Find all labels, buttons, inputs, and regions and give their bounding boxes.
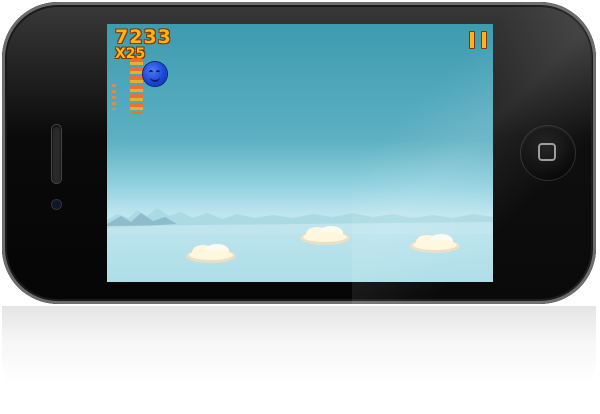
- fire-trail: [130, 58, 143, 114]
- player-ball: [143, 62, 167, 86]
- device-reflection: [2, 306, 596, 414]
- spark-trail: [112, 84, 116, 110]
- pause-button[interactable]: [469, 31, 487, 49]
- game-screen[interactable]: 7233 X25: [107, 24, 493, 282]
- home-button[interactable]: [521, 126, 575, 180]
- home-button-icon: [538, 143, 556, 161]
- cloud-platform: [300, 226, 350, 245]
- cloud-platform: [186, 244, 236, 263]
- earpiece-speaker: [52, 125, 61, 183]
- score-counter: 7233: [115, 26, 172, 48]
- cloud-platform: [410, 234, 460, 253]
- front-camera-icon: [52, 200, 61, 209]
